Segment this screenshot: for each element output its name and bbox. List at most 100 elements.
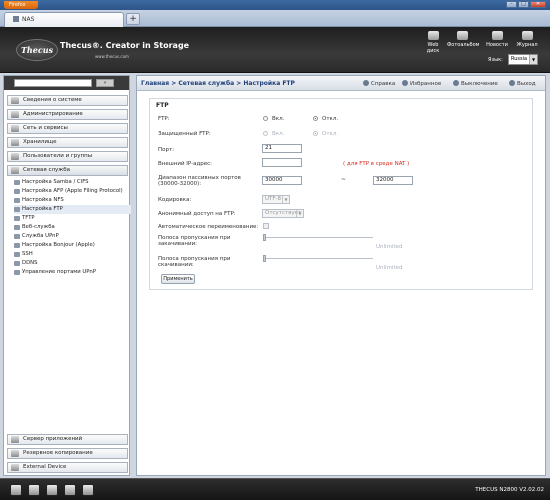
- category-label: Сетевая служба: [23, 167, 70, 173]
- category-administration[interactable]: Администрирование: [7, 109, 128, 120]
- help-button[interactable]: Справка: [363, 80, 395, 87]
- download-slider-track[interactable]: [263, 258, 373, 259]
- favorites-label: Избранное: [410, 81, 442, 87]
- auto-rename-checkbox[interactable]: [263, 223, 269, 229]
- nav-log[interactable]: Журнал: [512, 31, 542, 48]
- minimize-button[interactable]: –: [506, 1, 517, 8]
- firefox-menu-button[interactable]: Firefox: [4, 1, 38, 9]
- users-icon: [11, 153, 19, 160]
- sidebar-item-label: Настройка Samba / CIFS: [22, 179, 89, 185]
- logout-button[interactable]: Выход: [509, 80, 536, 87]
- sidebar-item-nfs[interactable]: Настройка NFS: [14, 196, 131, 205]
- ftp-icon: [14, 207, 20, 212]
- download-slider-handle[interactable]: [263, 255, 266, 262]
- category-network-service[interactable]: Сетевая служба: [7, 165, 128, 176]
- logout-label: Выход: [517, 81, 536, 87]
- category-app-server[interactable]: Сервер приложений: [7, 434, 128, 445]
- ddns-icon: [14, 261, 20, 266]
- storage-icon: [11, 139, 19, 146]
- upnp-icon: [14, 234, 20, 239]
- category-label: Администрирование: [23, 111, 83, 117]
- admin-icon: [11, 111, 19, 118]
- sidebar-item-label: Настройка Bonjour (Apple): [22, 242, 95, 248]
- close-window-button[interactable]: ✕: [530, 1, 546, 8]
- sidebar-item-bonjour[interactable]: Настройка Bonjour (Apple): [14, 241, 131, 250]
- secure-off-radio[interactable]: [313, 131, 318, 136]
- category-storage[interactable]: Хранилище: [7, 137, 128, 148]
- new-tab-button[interactable]: +: [126, 13, 140, 25]
- sidebar-item-afp[interactable]: Настройка AFP (Apple Filing Protocol): [14, 187, 131, 196]
- nav-photo-album[interactable]: Фотоальбом: [447, 31, 479, 48]
- sidebar-item-tftp[interactable]: TFTP: [14, 214, 131, 223]
- sidebar-item-upnp-ports[interactable]: Управление портами UPnP: [14, 268, 131, 277]
- category-users-groups[interactable]: Пользователи и группы: [7, 151, 128, 162]
- download-bandwidth-value: Unlimited: [376, 265, 403, 271]
- category-system-info[interactable]: Сведения о системе: [7, 95, 128, 106]
- samba-icon: [14, 180, 20, 185]
- footer-bar: THECUS N2800 V2.02.02: [0, 478, 550, 500]
- anonymous-select[interactable]: Отсутствует ▼: [262, 209, 304, 218]
- backup-status-icon[interactable]: [28, 484, 40, 496]
- category-external-device[interactable]: External Device: [7, 462, 128, 473]
- backup-icon: [11, 450, 19, 457]
- thecus-logo: Thecus: [16, 39, 58, 61]
- chevron-down-icon: ▼: [282, 196, 289, 203]
- temperature-icon[interactable]: [64, 484, 76, 496]
- passive-port-to-input[interactable]: 32000: [373, 176, 413, 185]
- anonymous-label: Анонимный доступ на FTP:: [158, 211, 236, 217]
- app-header: Thecus Thecus®. Creator in Storage www.t…: [0, 27, 550, 73]
- external-ip-input[interactable]: [262, 158, 302, 167]
- upload-slider-track[interactable]: [263, 237, 373, 238]
- nav-news[interactable]: Новости: [482, 31, 512, 48]
- passive-port-from-input[interactable]: 30000: [262, 176, 302, 185]
- sidebar-item-label: Настройка NFS: [22, 197, 64, 203]
- language-select[interactable]: Russia ▼: [508, 54, 538, 65]
- shutdown-button[interactable]: Выключение: [453, 80, 498, 87]
- ftp-on-radio[interactable]: [263, 116, 268, 121]
- port-input[interactable]: 21: [262, 144, 302, 153]
- ftp-label: FTP:: [158, 116, 170, 122]
- sidebar-item-label: DDNS: [22, 260, 38, 266]
- sidebar-item-label: Служба UPnP: [22, 233, 59, 239]
- sidebar-item-ddns[interactable]: DDNS: [14, 259, 131, 268]
- sidebar-search: »: [4, 76, 129, 90]
- nav-news-label: Новости: [486, 42, 508, 48]
- maximize-button[interactable]: □: [518, 1, 529, 8]
- browser-tab[interactable]: NAS: [4, 12, 124, 27]
- main-content: Главная > Сетевая служба > Настройка FTP…: [136, 75, 546, 476]
- external-ip-label: Внешний IP-адрес:: [158, 161, 213, 167]
- auto-rename-label: Автоматическое переименование:: [158, 224, 259, 230]
- disk-icon[interactable]: [10, 484, 22, 496]
- ftp-off-radio[interactable]: [313, 116, 318, 121]
- category-label: Сведения о системе: [23, 97, 82, 103]
- search-input[interactable]: [14, 79, 92, 87]
- search-button[interactable]: »: [96, 79, 114, 87]
- breadcrumb: Главная > Сетевая служба > Настройка FTP: [141, 80, 295, 87]
- apply-button[interactable]: Применить: [161, 274, 195, 284]
- settings-icon[interactable]: [46, 484, 58, 496]
- sidebar-item-web-service[interactable]: Веб-служба: [14, 223, 131, 232]
- help-icon: [363, 80, 369, 86]
- encoding-select[interactable]: UTF-8 ▼: [262, 195, 290, 204]
- content-toolbar: Главная > Сетевая служба > Настройка FTP…: [137, 76, 545, 91]
- sidebar-item-upnp[interactable]: Служба UPnP: [14, 232, 131, 241]
- sidebar-item-samba[interactable]: Настройка Samba / CIFS: [14, 178, 131, 187]
- category-network[interactable]: Сеть и сервисы: [7, 123, 128, 134]
- bonjour-icon: [14, 243, 20, 248]
- chevron-down-icon: ▼: [296, 210, 303, 217]
- sidebar-item-ssh[interactable]: SSH: [14, 250, 131, 259]
- model-version: THECUS N2800 V2.02.02: [475, 487, 544, 493]
- network-status-icon[interactable]: [82, 484, 94, 496]
- category-label: Сеть и сервисы: [23, 125, 68, 131]
- category-backup[interactable]: Резервное копирование: [7, 448, 128, 459]
- favorites-button[interactable]: Избранное: [402, 80, 441, 87]
- category-label: Сервер приложений: [23, 436, 83, 442]
- upload-slider-handle[interactable]: [263, 234, 266, 241]
- sidebar-item-ftp[interactable]: Настройка FTP: [14, 205, 131, 214]
- port-icon: [14, 270, 20, 275]
- info-icon: [11, 97, 19, 104]
- web-disk-icon: [427, 31, 439, 40]
- shutdown-label: Выключение: [461, 81, 498, 87]
- nav-web-disk[interactable]: Web диск: [418, 31, 448, 54]
- secure-on-radio[interactable]: [263, 131, 268, 136]
